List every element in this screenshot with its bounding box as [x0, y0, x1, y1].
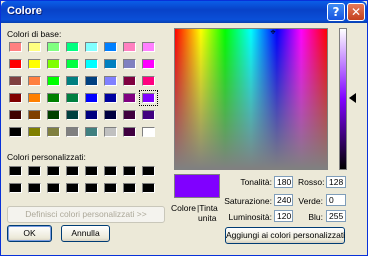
preview-label-solid: |Tinta	[197, 203, 218, 213]
basic-color-swatch[interactable]	[85, 93, 98, 103]
basic-color-swatch[interactable]	[28, 110, 41, 120]
basic-color-swatch[interactable]	[28, 127, 41, 137]
basic-color-swatch[interactable]	[47, 127, 60, 137]
basic-color-swatch[interactable]	[9, 76, 22, 86]
custom-color-swatch[interactable]	[85, 166, 98, 176]
custom-color-swatch[interactable]	[142, 183, 155, 193]
cancel-button[interactable]: Annulla	[61, 225, 110, 242]
blue-label: Blu:	[308, 212, 323, 222]
basic-color-swatch[interactable]	[9, 59, 22, 69]
add-to-custom-colors-button[interactable]: Aggiungi ai colori personalizzati	[225, 227, 345, 244]
basic-color-swatch[interactable]	[47, 42, 60, 52]
basic-colors-label: Colori di base:	[7, 29, 62, 39]
basic-color-swatch[interactable]	[9, 127, 22, 137]
basic-color-swatch[interactable]	[123, 59, 136, 69]
hue-field[interactable]: 180	[274, 176, 293, 188]
preview-label-solid-2: unita	[198, 213, 217, 223]
basic-color-swatch[interactable]	[123, 42, 136, 52]
basic-color-swatch[interactable]	[66, 42, 79, 52]
basic-color-swatch[interactable]	[9, 110, 22, 120]
saturation-field[interactable]: 240	[274, 194, 293, 206]
custom-color-swatch[interactable]	[123, 183, 136, 193]
basic-color-swatch[interactable]	[28, 59, 41, 69]
hue-label: Tonalità:	[240, 177, 272, 187]
basic-color-swatch[interactable]	[47, 93, 60, 103]
basic-color-swatch[interactable]	[28, 93, 41, 103]
custom-color-swatch[interactable]	[9, 183, 22, 193]
custom-color-swatch[interactable]	[47, 166, 60, 176]
basic-color-swatch[interactable]	[85, 110, 98, 120]
basic-color-swatch[interactable]	[66, 127, 79, 137]
basic-color-swatch[interactable]	[66, 93, 79, 103]
red-field[interactable]: 128	[326, 176, 346, 188]
luminosity-arrow-icon[interactable]	[349, 93, 356, 103]
basic-color-swatch[interactable]	[104, 59, 117, 69]
basic-color-swatch[interactable]	[9, 42, 22, 52]
basic-color-swatch[interactable]	[104, 76, 117, 86]
saturation-label: Saturazione:	[224, 196, 272, 206]
color-dialog: Colore ? ✕ Colori di base: Colori person…	[0, 0, 368, 256]
basic-color-swatch[interactable]	[123, 93, 136, 103]
preview-label-color: Colore	[171, 203, 197, 213]
red-label: Rosso:	[298, 177, 325, 187]
basic-color-swatch[interactable]	[104, 42, 117, 52]
help-button[interactable]: ?	[327, 3, 345, 21]
color-preview	[174, 174, 220, 198]
luminosity-field[interactable]: 120	[274, 210, 293, 222]
custom-color-swatch[interactable]	[66, 183, 79, 193]
basic-color-swatch[interactable]	[123, 110, 136, 120]
basic-color-swatch[interactable]	[9, 93, 22, 103]
basic-color-swatch[interactable]	[123, 76, 136, 86]
basic-color-swatch[interactable]	[142, 127, 155, 137]
basic-color-swatch[interactable]	[28, 42, 41, 52]
basic-color-swatch[interactable]	[142, 110, 155, 120]
blue-field[interactable]: 255	[326, 210, 346, 222]
define-custom-colors-button[interactable]: Definisci colori personalizzati >>	[7, 206, 165, 223]
basic-color-swatch[interactable]	[66, 59, 79, 69]
basic-color-swatch[interactable]	[104, 110, 117, 120]
basic-color-swatch[interactable]	[85, 127, 98, 137]
basic-color-swatch[interactable]	[66, 76, 79, 86]
basic-color-swatch[interactable]	[47, 110, 60, 120]
custom-color-swatch[interactable]	[28, 183, 41, 193]
custom-color-swatch[interactable]	[85, 183, 98, 193]
color-spectrum[interactable]: ⌖	[174, 28, 328, 170]
title-bar: Colore ? ✕	[1, 1, 367, 23]
basic-color-swatch[interactable]	[139, 90, 158, 106]
custom-colors-label: Colori personalizzati:	[7, 152, 86, 162]
basic-color-swatch[interactable]	[66, 110, 79, 120]
close-button[interactable]: ✕	[347, 3, 365, 21]
basic-color-swatch[interactable]	[85, 42, 98, 52]
basic-color-swatch[interactable]	[142, 42, 155, 52]
custom-color-swatch[interactable]	[142, 166, 155, 176]
basic-color-swatch[interactable]	[123, 127, 136, 137]
custom-color-swatch[interactable]	[104, 183, 117, 193]
ok-button[interactable]: OK	[7, 225, 52, 242]
custom-color-swatch[interactable]	[28, 166, 41, 176]
window-title: Colore	[7, 5, 42, 17]
custom-color-swatch[interactable]	[66, 166, 79, 176]
custom-color-swatch[interactable]	[104, 166, 117, 176]
custom-color-swatch[interactable]	[47, 183, 60, 193]
basic-color-swatch[interactable]	[47, 76, 60, 86]
basic-color-swatch[interactable]	[104, 127, 117, 137]
basic-color-swatch[interactable]	[104, 93, 117, 103]
basic-color-swatch[interactable]	[142, 59, 155, 69]
green-label: Verde:	[298, 196, 323, 206]
basic-color-swatch[interactable]	[142, 76, 155, 86]
crosshair-icon: ⌖	[270, 27, 276, 37]
basic-color-swatch[interactable]	[85, 76, 98, 86]
basic-color-swatch[interactable]	[85, 59, 98, 69]
custom-color-swatch[interactable]	[123, 166, 136, 176]
basic-color-swatch[interactable]	[28, 76, 41, 86]
luminosity-bar[interactable]	[339, 28, 347, 170]
green-field[interactable]: 0	[326, 194, 346, 206]
luminosity-label: Luminosità:	[228, 212, 272, 222]
basic-color-swatch[interactable]	[47, 59, 60, 69]
custom-color-swatch[interactable]	[9, 166, 22, 176]
